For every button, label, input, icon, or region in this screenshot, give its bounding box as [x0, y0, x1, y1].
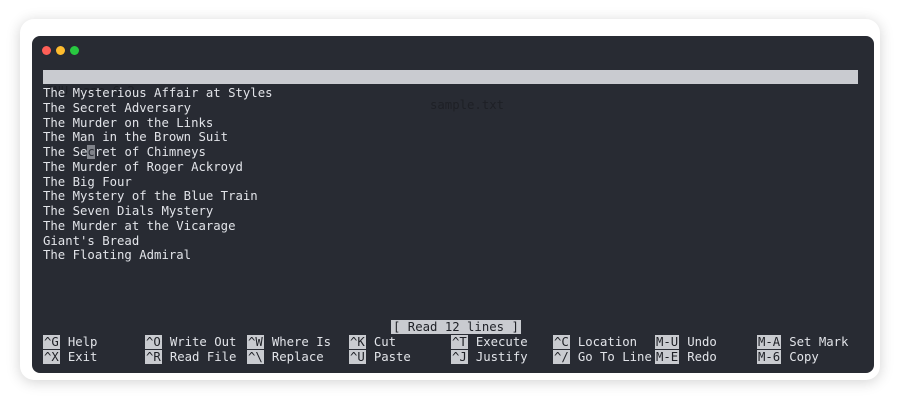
shortcut-label: Go To Line [577, 350, 652, 364]
shortcut-execute[interactable]: ^T Execute [451, 335, 528, 350]
shortcut-location[interactable]: ^C Location [553, 335, 637, 350]
shortcut-label: Redo [687, 350, 717, 364]
shortcut-label: Undo [687, 335, 717, 349]
shortcut-exit[interactable]: ^X Exit [43, 350, 97, 365]
shortcut-label: Cut [373, 335, 397, 349]
shortcut-label: Paste [373, 350, 411, 364]
file-name: sample.txt [430, 98, 505, 112]
shortcut-label: Execute [475, 335, 528, 349]
shortcut-key: ^K [349, 335, 366, 349]
text-line[interactable]: The Mysterious Affair at Styles [43, 86, 273, 101]
shortcut-redo[interactable]: M-E Redo [655, 350, 717, 365]
shortcut-label: Help [67, 335, 98, 349]
shortcut-label: Write Out [169, 335, 237, 349]
shortcut-help[interactable]: ^G Help [43, 335, 97, 350]
nano-title-bar: GNU nano 6.2 sample.txt [43, 70, 858, 112]
shortcut-label: Copy [789, 350, 819, 364]
shortcut-key: M-U [655, 335, 680, 349]
text-line[interactable]: The Man in the Brown Suit [43, 130, 273, 145]
shortcut-justify[interactable]: ^J Justify [451, 350, 528, 365]
shortcut-key: ^J [451, 350, 468, 364]
shortcut-key: M-A [757, 335, 782, 349]
shortcut-go-to-line[interactable]: ^/ Go To Line [553, 350, 652, 365]
text-line[interactable]: The Seven Dials Mystery [43, 204, 273, 219]
shortcut-write-out[interactable]: ^O Write Out [145, 335, 236, 350]
shortcut-copy[interactable]: M-6 Copy [757, 350, 819, 365]
status-message: [ Read 12 lines ] [391, 320, 521, 334]
zoom-window-button[interactable] [70, 46, 79, 55]
text-line[interactable]: The Big Four [43, 175, 273, 190]
shortcut-key: ^G [43, 335, 60, 349]
shortcut-read-file[interactable]: ^R Read File [145, 350, 236, 365]
text-line[interactable]: The Secret Adversary [43, 101, 273, 116]
shortcut-label: Set Mark [789, 335, 849, 349]
shortcut-label: Location [577, 335, 638, 349]
minimize-window-button[interactable] [56, 46, 65, 55]
shortcut-key: ^O [145, 335, 162, 349]
shortcut-label: Read File [169, 350, 237, 364]
nano-editor[interactable]: GNU nano 6.2 sample.txt The Mysterious A… [43, 70, 858, 368]
text-line[interactable]: The Murder of Roger Ackroyd [43, 160, 273, 175]
shortcut-label: Exit [67, 350, 98, 364]
text-line[interactable]: The Murder on the Links [43, 116, 273, 131]
terminal-window: GNU nano 6.2 sample.txt The Mysterious A… [32, 36, 874, 373]
shortcut-cut[interactable]: ^K Cut [349, 335, 396, 350]
shortcut-label: Replace [271, 350, 324, 364]
shortcut-key: ^W [247, 335, 264, 349]
text-line[interactable]: The Floating Admiral [43, 248, 273, 263]
shortcut-key: ^T [451, 335, 468, 349]
shortcut-key: ^X [43, 350, 60, 364]
text-buffer[interactable]: The Mysterious Affair at Styles The Secr… [43, 86, 273, 263]
shortcut-set-mark[interactable]: M-A Set Mark [757, 335, 848, 350]
text-line-with-cursor[interactable]: The Secret of Chimneys [43, 145, 273, 160]
shortcut-key: ^R [145, 350, 162, 364]
shortcut-paste[interactable]: ^U Paste [349, 350, 411, 365]
text-line[interactable]: The Murder at the Vicarage [43, 219, 273, 234]
shortcut-key: M-6 [757, 350, 782, 364]
shortcut-key: ^U [349, 350, 366, 364]
shortcut-replace[interactable]: ^\ Replace [247, 350, 324, 365]
text-cursor: c [87, 145, 95, 159]
shortcut-key: ^C [553, 335, 570, 349]
shortcut-key: ^/ [553, 350, 570, 364]
shortcut-label: Where Is [271, 335, 332, 349]
shortcut-key: M-E [655, 350, 680, 364]
text-line[interactable]: The Mystery of the Blue Train [43, 189, 273, 204]
cursor-line-before: The Se [43, 145, 88, 159]
close-window-button[interactable] [42, 46, 51, 55]
shortcut-undo[interactable]: M-U Undo [655, 335, 717, 350]
text-line[interactable]: Giant's Bread [43, 234, 273, 249]
cursor-line-after: ret of Chimneys [94, 145, 206, 159]
shortcut-label: Justify [475, 350, 528, 364]
shortcut-where-is[interactable]: ^W Where Is [247, 335, 331, 350]
shortcut-key: ^\ [247, 350, 264, 364]
